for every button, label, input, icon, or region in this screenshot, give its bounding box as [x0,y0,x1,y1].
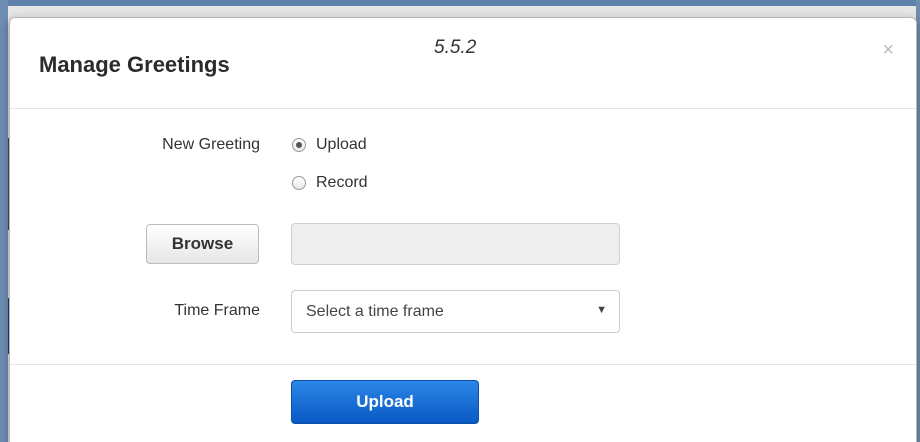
background-left-edge [0,0,8,442]
radio-upload[interactable]: Upload [292,136,367,154]
modal-title: Manage Greetings [39,52,230,77]
radio-upload-label: Upload [316,136,367,153]
manage-greetings-modal: Manage Greetings 5.5.2 × New Greeting Up… [9,17,917,442]
radio-record[interactable]: Record [292,174,368,192]
radio-upload-control[interactable] [292,138,306,152]
chevron-down-icon: ▼ [596,304,607,316]
modal-header: Manage Greetings 5.5.2 × [10,18,916,109]
browse-button[interactable]: Browse [146,224,259,264]
time-frame-label: Time Frame [174,302,260,319]
new-greeting-label: New Greeting [162,136,260,153]
radio-record-control[interactable] [292,176,306,190]
version-label: 5.5.2 [434,37,477,58]
radio-record-label: Record [316,174,368,191]
time-frame-select[interactable]: Select a time frame ▼ [291,290,620,333]
upload-button[interactable]: Upload [291,380,479,424]
file-path-field[interactable] [291,223,620,265]
time-frame-selected-value: Select a time frame [306,302,444,320]
close-icon[interactable]: × [882,40,894,60]
background-top-bar [0,0,920,6]
